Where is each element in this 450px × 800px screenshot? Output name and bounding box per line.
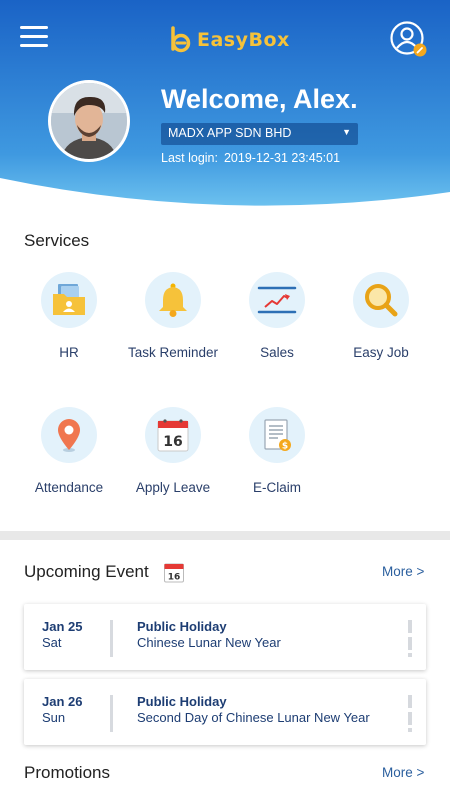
company-select-value: MADX APP SDN BHD (168, 126, 292, 140)
service-e-claim[interactable]: $ E-Claim (222, 407, 332, 495)
event-card[interactable]: Jan 25 Sat Public Holiday Chinese Lunar … (24, 604, 426, 670)
claim-document-icon: $ (264, 419, 291, 452)
event-name: Second Day of Chinese Lunar New Year (137, 710, 370, 725)
event-name: Chinese Lunar New Year (137, 635, 281, 650)
service-e-claim-label: E-Claim (252, 480, 301, 495)
service-apply-leave-label: Apply Leave (135, 480, 211, 495)
service-attendance[interactable]: Attendance (14, 407, 124, 495)
sales-icon-circle (249, 272, 305, 328)
event-day: Sun (42, 710, 66, 725)
header: EasyBox Welcome, Alex. MADX APP SDN BHD … (0, 0, 450, 215)
service-easy-job-label: Easy Job (353, 345, 409, 360)
easy-job-icon-circle (353, 272, 409, 328)
service-hr[interactable]: HR (14, 272, 124, 360)
services-title: Services (24, 231, 90, 250)
last-login: Last login: 2019-12-31 23:45:01 (161, 151, 340, 165)
calendar-icon: 16 (164, 563, 184, 583)
event-card[interactable]: Jan 26 Sun Public Holiday Second Day of … (24, 679, 426, 745)
avatar-photo (51, 83, 127, 159)
service-attendance-label: Attendance (34, 480, 104, 495)
profile-edit-button[interactable] (389, 20, 429, 60)
event-type: Public Holiday (137, 619, 227, 634)
avatar[interactable] (48, 80, 130, 162)
company-select[interactable]: MADX APP SDN BHD ▼ (161, 123, 358, 145)
chevron-down-icon: ▼ (342, 127, 351, 137)
upcoming-more-link[interactable]: More > (382, 564, 424, 579)
hr-icon-circle (41, 272, 97, 328)
upcoming-event-title-text: Upcoming Event (24, 562, 149, 581)
attendance-icon-circle (41, 407, 97, 463)
service-apply-leave[interactable]: 16 Apply Leave (118, 407, 228, 495)
service-easy-job[interactable]: Easy Job (326, 272, 436, 360)
calendar-icon-day: 16 (163, 434, 182, 450)
e-claim-icon-circle: $ (249, 407, 305, 463)
service-task-reminder-label: Task Reminder (127, 345, 219, 360)
easybox-logo-icon (171, 26, 191, 53)
event-edge-marker (408, 620, 412, 657)
service-sales[interactable]: Sales (222, 272, 332, 360)
upcoming-event-title: Upcoming Event (24, 562, 149, 582)
bell-icon (159, 283, 187, 317)
promotions-more-link[interactable]: More > (382, 765, 424, 780)
app-logo: EasyBox (168, 24, 290, 56)
magnifier-icon (365, 284, 398, 317)
user-profile-icon (390, 21, 427, 57)
last-login-label: Last login: (161, 151, 218, 165)
event-date: Jan 26 (42, 694, 83, 709)
menu-button[interactable] (20, 26, 48, 48)
last-login-value: 2019-12-31 23:45:01 (223, 151, 341, 165)
svg-text:$: $ (282, 442, 288, 452)
task-reminder-icon-circle (145, 272, 201, 328)
event-edge-marker (408, 695, 412, 732)
welcome-heading: Welcome, Alex. (161, 84, 358, 114)
hr-folder-icon (53, 284, 85, 315)
sales-chart-icon (257, 286, 297, 314)
event-separator (110, 695, 113, 732)
upcoming-calendar-day: 16 (168, 573, 181, 583)
service-sales-label: Sales (260, 345, 294, 360)
event-date: Jan 25 (42, 619, 83, 634)
logo-text: EasyBox (197, 29, 290, 51)
promotions-title: Promotions (24, 763, 110, 782)
event-day: Sat (42, 635, 62, 650)
section-divider (0, 531, 450, 540)
event-type: Public Holiday (137, 694, 227, 709)
location-pin-icon (58, 419, 80, 452)
service-hr-label: HR (59, 345, 79, 360)
service-task-reminder[interactable]: Task Reminder (118, 272, 228, 360)
calendar-icon: 16 (157, 419, 189, 452)
apply-leave-icon-circle: 16 (145, 407, 201, 463)
event-separator (110, 620, 113, 657)
